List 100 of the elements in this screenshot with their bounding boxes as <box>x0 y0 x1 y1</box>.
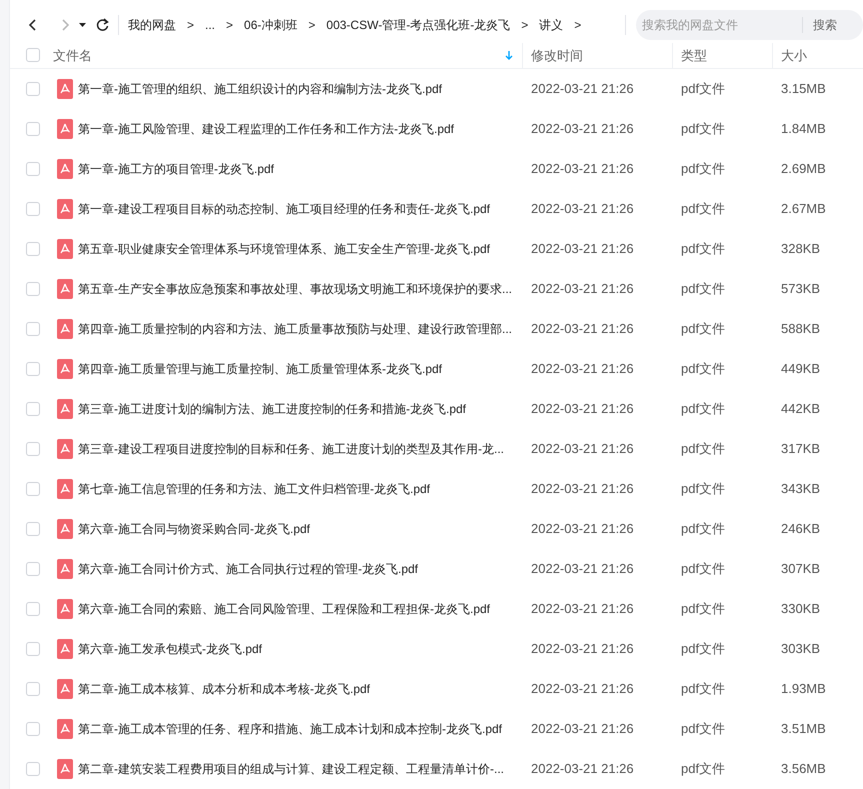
file-type: pdf文件 <box>680 280 726 298</box>
breadcrumb-link[interactable]: 我的网盘 <box>125 16 179 34</box>
pdf-file-icon <box>57 239 73 259</box>
file-type: pdf文件 <box>680 680 726 698</box>
file-name[interactable]: 第六章-施工合同的索赔、施工合同风险管理、工程保险和工程担保-龙炎飞.pdf <box>78 600 490 618</box>
column-header[interactable]: 类型 <box>681 46 707 66</box>
file-name[interactable]: 第二章-施工成本管理的任务、程序和措施、施工成本计划和成本控制-龙炎飞.pdf <box>78 720 502 738</box>
checkbox[interactable] <box>26 48 40 62</box>
file-name[interactable]: 第五章-生产安全事故应急预案和事故处理、事故现场文明施工和环境保护的要求... <box>78 280 512 298</box>
file-name[interactable]: 第三章-建设工程项目进度控制的目标和任务、施工进度计划的类型及其作用-龙... <box>78 440 504 458</box>
breadcrumb-link[interactable]: 讲义 <box>536 16 566 34</box>
sort-arrow-icon[interactable] <box>505 50 513 60</box>
file-name[interactable]: 第七章-施工信息管理的任务和方法、施工文件归档管理-龙炎飞.pdf <box>78 480 430 498</box>
file-type: pdf文件 <box>680 160 726 178</box>
refresh-icon[interactable] <box>96 18 110 32</box>
file-name[interactable]: 第一章-施工风险管理、建设工程监理的工作任务和工作方法-龙炎飞.pdf <box>78 120 454 138</box>
breadcrumb-separator: > <box>186 17 196 34</box>
file-type: pdf文件 <box>680 480 726 498</box>
file-type: pdf文件 <box>680 520 726 538</box>
checkbox[interactable] <box>26 522 40 536</box>
modified-time: 2022-03-21 21:26 <box>530 160 635 178</box>
file-type: pdf文件 <box>680 600 726 618</box>
checkbox[interactable] <box>26 642 40 656</box>
file-size: 1.84MB <box>780 120 826 138</box>
checkbox[interactable] <box>26 362 40 376</box>
modified-time: 2022-03-21 21:26 <box>530 120 635 138</box>
file-name[interactable]: 第二章-建筑安装工程费用项目的组成与计算、建设工程定额、工程量清单计价-... <box>78 760 504 778</box>
modified-time: 2022-03-21 21:26 <box>530 240 635 258</box>
file-size: 442KB <box>780 400 820 418</box>
pdf-file-icon <box>57 319 73 339</box>
back-icon[interactable] <box>27 18 37 32</box>
pdf-file-icon <box>57 639 73 659</box>
modified-time: 2022-03-21 21:26 <box>530 200 635 218</box>
pdf-file-icon <box>57 79 73 99</box>
checkbox[interactable] <box>26 442 40 456</box>
breadcrumb-separator: > <box>307 17 316 34</box>
breadcrumb-link[interactable]: 06-冲刺班 <box>241 16 300 34</box>
file-type: pdf文件 <box>680 400 726 418</box>
checkbox[interactable] <box>26 562 40 576</box>
file-name[interactable]: 第一章-施工方的项目管理-龙炎飞.pdf <box>78 160 274 178</box>
checkbox[interactable] <box>26 602 40 616</box>
modified-time: 2022-03-21 21:26 <box>530 520 635 538</box>
checkbox[interactable] <box>26 82 40 96</box>
breadcrumb-separator: > <box>520 17 530 34</box>
modified-time: 2022-03-21 21:26 <box>530 400 635 418</box>
file-type: pdf文件 <box>680 720 726 738</box>
dropdown-caret-icon[interactable] <box>79 23 86 28</box>
file-size: 2.67MB <box>780 200 826 218</box>
pdf-file-icon <box>57 679 73 699</box>
pdf-file-icon <box>57 479 73 499</box>
file-size: 317KB <box>780 440 820 458</box>
search-field[interactable]: 搜索我的网盘文件 <box>636 10 802 40</box>
checkbox[interactable] <box>26 722 40 736</box>
file-name[interactable]: 第二章-施工成本核算、成本分析和成本考核-龙炎飞.pdf <box>78 680 370 698</box>
checkbox[interactable] <box>26 322 40 336</box>
checkbox[interactable] <box>26 282 40 296</box>
modified-time: 2022-03-21 21:26 <box>530 600 635 618</box>
file-name[interactable]: 第五章-职业健康安全管理体系与环境管理体系、施工安全生产管理-龙炎飞.pdf <box>78 240 490 258</box>
modified-time: 2022-03-21 21:26 <box>530 320 635 338</box>
file-type: pdf文件 <box>680 640 726 658</box>
pdf-file-icon <box>57 719 73 739</box>
file-type: pdf文件 <box>680 320 726 338</box>
checkbox[interactable] <box>26 242 40 256</box>
file-size: 246KB <box>780 520 820 538</box>
checkbox[interactable] <box>26 482 40 496</box>
pdf-file-icon <box>57 199 73 219</box>
file-size: 303KB <box>780 640 820 658</box>
file-type: pdf文件 <box>680 200 726 218</box>
file-name[interactable]: 第六章-施工发承包模式-龙炎飞.pdf <box>78 640 262 658</box>
file-name[interactable]: 第六章-施工合同与物资采购合同-龙炎飞.pdf <box>78 520 310 538</box>
file-type: pdf文件 <box>680 560 726 578</box>
modified-time: 2022-03-21 21:26 <box>530 720 635 738</box>
file-size: 3.51MB <box>780 720 826 738</box>
checkbox[interactable] <box>26 202 40 216</box>
file-name[interactable]: 第一章-施工管理的组织、施工组织设计的内容和编制方法-龙炎飞.pdf <box>78 80 442 98</box>
file-type: pdf文件 <box>680 760 726 778</box>
breadcrumb-link[interactable]: 003-CSW-管理-考点强化班-龙炎飞 <box>323 16 514 34</box>
file-name[interactable]: 第三章-施工进度计划的编制方法、施工进度控制的任务和措施-龙炎飞.pdf <box>78 400 466 418</box>
file-name[interactable]: 第一章-建设工程项目目标的动态控制、施工项目经理的任务和责任-龙炎飞.pdf <box>78 200 490 218</box>
file-name[interactable]: 第六章-施工合同计价方式、施工合同执行过程的管理-龙炎飞.pdf <box>78 560 418 578</box>
checkbox[interactable] <box>26 762 40 776</box>
column-header[interactable]: 大小 <box>781 46 807 66</box>
file-size: 3.15MB <box>780 80 826 98</box>
column-header[interactable]: 修改时间 <box>531 46 583 66</box>
search-button[interactable]: 搜索 <box>802 10 863 40</box>
checkbox[interactable] <box>26 682 40 696</box>
checkbox[interactable] <box>26 162 40 176</box>
file-size: 330KB <box>780 600 820 618</box>
file-type: pdf文件 <box>680 440 726 458</box>
file-name[interactable]: 第四章-施工质量控制的内容和方法、施工质量事故预防与处理、建设行政管理部... <box>78 320 512 338</box>
file-size: 307KB <box>780 560 820 578</box>
checkbox[interactable] <box>26 402 40 416</box>
file-size: 328KB <box>780 240 820 258</box>
column-header[interactable]: 文件名 <box>53 46 92 66</box>
modified-time: 2022-03-21 21:26 <box>530 80 635 98</box>
pdf-file-icon <box>57 519 73 539</box>
breadcrumb-link[interactable]: ... <box>202 16 218 34</box>
modified-time: 2022-03-21 21:26 <box>530 760 635 778</box>
checkbox[interactable] <box>26 122 40 136</box>
file-name[interactable]: 第四章-施工质量管理与施工质量控制、施工质量管理体系-龙炎飞.pdf <box>78 360 442 378</box>
